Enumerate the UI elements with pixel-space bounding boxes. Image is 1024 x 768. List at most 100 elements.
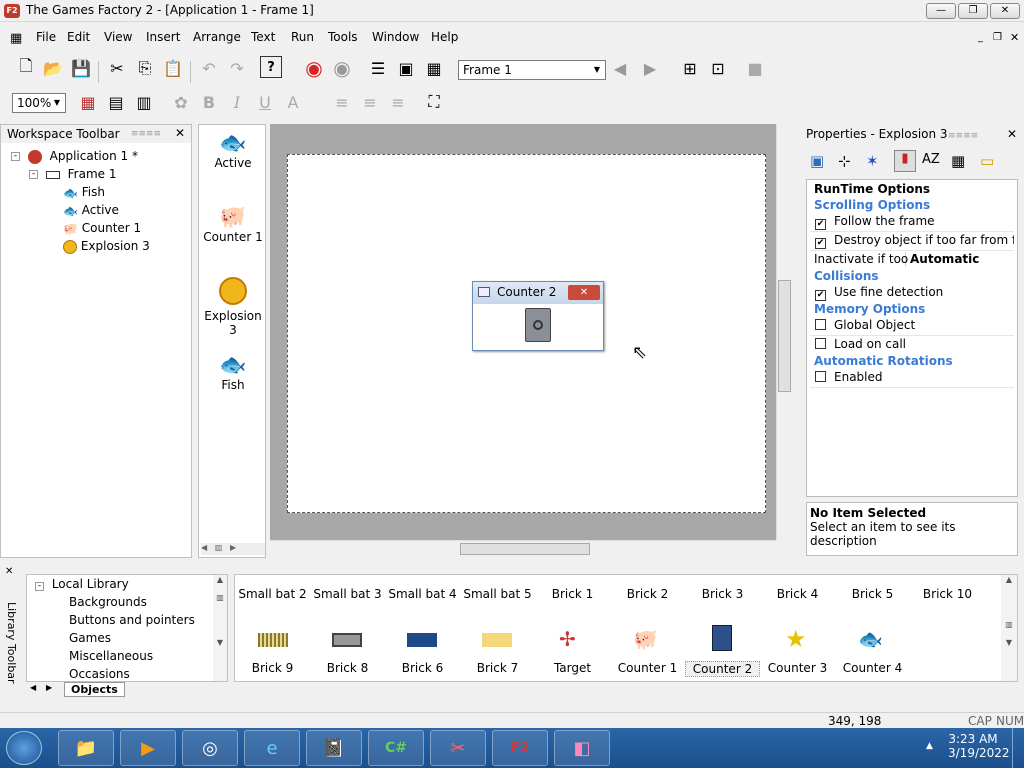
snap-icon[interactable]: ▤ — [104, 90, 128, 114]
tree-item-fish[interactable]: 🐟 Fish — [63, 185, 105, 200]
library-item[interactable]: Small bat 2 — [235, 587, 310, 601]
property-follow-frame[interactable]: ✔ Follow the frame — [810, 214, 1014, 232]
checkbox[interactable] — [815, 319, 826, 330]
media-player-icon[interactable]: ▶ — [120, 730, 176, 766]
property-load-on-call[interactable]: Load on call — [810, 337, 1014, 355]
vertical-scrollbar[interactable]: ▲ ▥ ▼ — [1001, 575, 1017, 681]
tab-about-icon[interactable]: AZ — [922, 152, 940, 167]
tree-item-miscellaneous[interactable]: Miscellaneous — [69, 649, 153, 663]
run-application-icon[interactable]: ◉ — [302, 56, 326, 80]
tree-item-counter-1[interactable]: 🐖 Counter 1 — [63, 221, 141, 236]
event-editor-icon[interactable]: ▦ — [422, 56, 446, 80]
tree-item-explosion-3[interactable]: Explosion 3 — [63, 239, 150, 254]
library-item[interactable]: Brick 3 — [685, 587, 760, 601]
inactivate-value[interactable]: Automatic — [906, 252, 979, 266]
zoom-select[interactable]: 100% ▼ — [12, 93, 66, 113]
games-factory-icon[interactable]: F2 — [492, 730, 548, 766]
menu-help[interactable]: Help — [431, 30, 458, 44]
library-item[interactable]: Brick 10 — [910, 587, 985, 601]
library-item[interactable]: Small bat 3 — [310, 587, 385, 601]
checkbox[interactable] — [815, 338, 826, 349]
frame-editor-icon[interactable]: ▣ — [394, 56, 418, 80]
close-icon[interactable]: ✕ — [175, 126, 185, 140]
horizontal-scrollbar[interactable]: ◀ ▥ ▶ — [201, 543, 265, 555]
menu-arrange[interactable]: Arrange — [193, 30, 241, 44]
library-item[interactable]: Counter 4 — [835, 661, 910, 675]
vertical-scrollbar[interactable] — [776, 124, 792, 540]
align-center-icon[interactable]: ≡ — [358, 90, 382, 114]
library-item[interactable]: Brick 6 — [385, 661, 460, 675]
grid-icon[interactable]: ▦ — [76, 90, 100, 114]
property-destroy-far[interactable]: ✔ Destroy object if too far from fra — [810, 233, 1014, 251]
previous-frame-icon[interactable]: ◀ — [608, 56, 632, 80]
checkbox[interactable]: ✔ — [815, 238, 826, 249]
tree-item-backgrounds[interactable]: Backgrounds — [69, 595, 147, 609]
object-item-fish[interactable]: 🐟 Fish — [199, 353, 267, 392]
collapse-icon[interactable]: - — [29, 170, 38, 179]
scroll-thumb[interactable] — [460, 543, 590, 555]
maximize-button[interactable]: ❐ — [958, 3, 988, 19]
menu-view[interactable]: View — [104, 30, 132, 44]
library-item[interactable]: Small bat 4 — [385, 587, 460, 601]
first-frame-icon[interactable]: ⊞ — [678, 56, 702, 80]
library-item-selected[interactable]: Counter 2 — [685, 661, 760, 677]
new-file-icon[interactable]: 🗋 — [14, 56, 38, 80]
property-inactivate[interactable]: Inactivate if too Automatic — [810, 252, 1014, 270]
menu-window[interactable]: Window — [372, 30, 419, 44]
chrome-icon[interactable]: ◎ — [182, 730, 238, 766]
csharp-icon[interactable]: C# — [368, 730, 424, 766]
tab-display-icon[interactable]: ⊹ — [838, 152, 851, 170]
library-item[interactable]: Brick 7 — [460, 661, 535, 675]
bold-icon[interactable]: B — [197, 90, 221, 114]
menu-text[interactable]: Text — [251, 30, 275, 44]
close-icon[interactable]: ✕ — [5, 566, 13, 577]
horizontal-scrollbar[interactable] — [270, 540, 776, 556]
tree-item-frame[interactable]: - Frame 1 — [29, 167, 117, 181]
menu-run[interactable]: Run — [291, 30, 314, 44]
close-icon[interactable]: ✕ — [1007, 127, 1017, 141]
property-enabled[interactable]: Enabled — [810, 370, 1014, 388]
object-item-active[interactable]: 🐟 Active — [199, 131, 267, 170]
scroll-thumb[interactable] — [778, 280, 791, 392]
help-icon[interactable]: ? — [260, 56, 282, 78]
align-right-icon[interactable]: ≡ — [386, 90, 410, 114]
vertical-scrollbar[interactable]: ▲ ▥ ▼ — [213, 575, 227, 681]
tab-values-icon[interactable]: ▦ — [951, 152, 965, 170]
collapse-icon[interactable]: - — [35, 582, 44, 591]
last-frame-icon[interactable]: ⊡ — [706, 56, 730, 80]
grid-setup-icon[interactable]: ▥ — [132, 90, 156, 114]
cut-icon[interactable]: ✂ — [105, 56, 129, 80]
object-item-explosion-3[interactable]: Explosion 3 — [199, 277, 267, 337]
collapse-icon[interactable]: - — [11, 152, 20, 161]
underline-icon[interactable]: U — [253, 90, 277, 114]
tree-item-occasions[interactable]: Occasions — [69, 667, 130, 681]
undo-icon[interactable]: ↶ — [197, 56, 221, 80]
font-color-icon[interactable]: A — [281, 90, 305, 114]
library-item[interactable]: Small bat 5 — [460, 587, 535, 601]
checkbox[interactable]: ✔ — [815, 219, 826, 230]
frame-select[interactable]: Frame 1 ▼ — [458, 60, 606, 80]
paste-icon[interactable]: 📋 — [161, 56, 185, 80]
tab-movement-icon[interactable]: ✶ — [866, 152, 879, 170]
effect-icon[interactable]: ✿ — [169, 90, 193, 114]
object-item-counter-1[interactable]: 🐖 Counter 1 — [199, 205, 267, 244]
library-item[interactable]: Brick 1 — [535, 587, 610, 601]
menu-edit[interactable]: Edit — [67, 30, 90, 44]
tab-runtime-icon[interactable]: ▮ — [894, 150, 916, 172]
tree-item-local-library[interactable]: - Local Library — [35, 577, 129, 591]
tab-events-icon[interactable]: ▭ — [980, 152, 994, 170]
library-item[interactable]: Brick 9 — [235, 661, 310, 675]
minimize-button[interactable]: — — [926, 3, 956, 19]
tab-scroll-left-icon[interactable]: ◀ — [30, 683, 36, 692]
tree-item-active[interactable]: 🐟 Active — [63, 203, 119, 218]
resize-icon[interactable]: ⛶ — [422, 90, 446, 114]
start-button[interactable] — [6, 731, 42, 765]
run-frame-icon[interactable]: ◉ — [330, 56, 354, 80]
snipping-tool-icon[interactable]: ✂ — [430, 730, 486, 766]
checkbox[interactable] — [815, 371, 826, 382]
internet-explorer-icon[interactable]: e — [244, 730, 300, 766]
tree-item-games[interactable]: Games — [69, 631, 111, 645]
menu-insert[interactable]: Insert — [146, 30, 180, 44]
menu-file[interactable]: File — [36, 30, 56, 44]
counter-2-object[interactable]: Counter 2 ✕ — [472, 281, 604, 351]
